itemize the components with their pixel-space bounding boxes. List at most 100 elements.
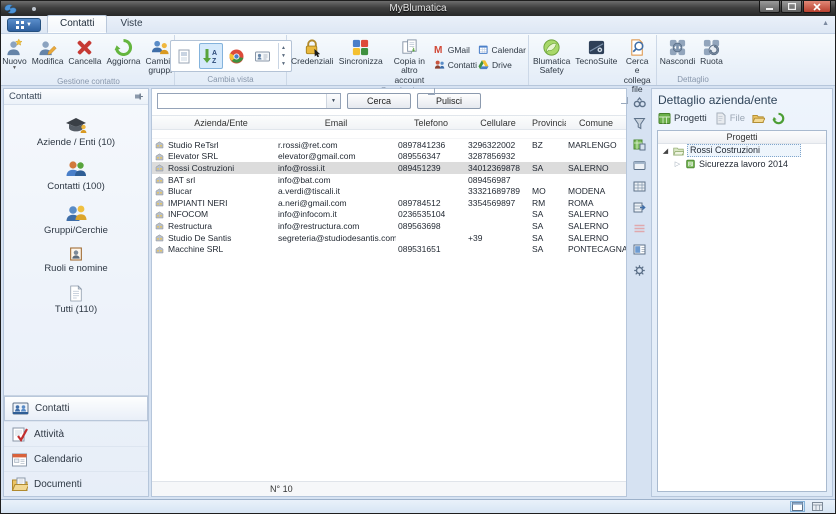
title-bar[interactable]: MyBlumatica xyxy=(1,1,835,16)
globe-view-button[interactable] xyxy=(225,43,249,69)
gmail-button[interactable]: MGMail xyxy=(434,44,477,55)
expand-expander-icon[interactable]: ▷ xyxy=(673,160,682,168)
gallery-down-icon[interactable]: ▼ xyxy=(281,53,286,59)
table-row[interactable]: Restructurainfo@restructura.com089563698… xyxy=(152,220,626,232)
row-lines-icon[interactable] xyxy=(632,222,646,235)
sincronizza-button[interactable]: Sincronizza xyxy=(337,36,385,67)
gallery-dropdown-icon[interactable]: ▼ xyxy=(281,61,286,67)
tab-contatti[interactable]: Contatti xyxy=(47,15,107,33)
column-email[interactable]: Email xyxy=(276,118,396,128)
pulisci-button[interactable]: Pulisci xyxy=(417,93,481,109)
search-input[interactable] xyxy=(158,94,326,108)
table-row[interactable]: Elevator SRLelevator@gmail.com0895563473… xyxy=(152,151,626,163)
quick-access-toolbar[interactable] xyxy=(32,7,36,11)
credenziali-button[interactable]: Credenziali xyxy=(289,36,336,67)
nav-item-contatti[interactable]: Contatti xyxy=(4,396,148,421)
gallery-up-icon[interactable]: ▲ xyxy=(281,45,286,51)
tecnosuite-button[interactable]: TecnoSuite xyxy=(573,36,619,67)
card-view-button[interactable] xyxy=(173,43,197,69)
nascondi-button[interactable]: Nascondi xyxy=(660,36,696,67)
file-button[interactable]: File xyxy=(714,112,745,125)
column-cellulare[interactable]: Cellulare xyxy=(466,118,530,128)
nav-item-documenti[interactable]: Documenti xyxy=(4,471,148,496)
contact-card-view-button[interactable] xyxy=(251,43,275,69)
sidebar-item-tutti[interactable]: Tutti (110) xyxy=(55,284,97,315)
table-header[interactable]: Azienda/Ente Email Telefono Cellulare Pr… xyxy=(152,115,626,130)
nuovo-button[interactable]: Nuovo ▼ xyxy=(0,36,29,72)
sidebar-item-gruppi-cerchie[interactable]: Gruppi/Cerchie xyxy=(44,202,108,236)
nav-item-calendario[interactable]: Calendario xyxy=(4,446,148,471)
combo-dropdown-icon[interactable]: ▼ xyxy=(326,94,340,108)
table-row[interactable]: IMPIANTI NERIa.neri@gmail.com08978451233… xyxy=(152,197,626,209)
sidebar-item-aziende-enti[interactable]: Aziende / Enti (10) xyxy=(37,114,115,148)
table-view-icon[interactable] xyxy=(632,180,646,193)
hide-panel-icon xyxy=(668,37,687,57)
card-view-icon[interactable] xyxy=(632,159,646,172)
table-row[interactable]: Studio ReTsrlr.rossi@ret.com089784123632… xyxy=(152,139,626,151)
card-view-icon[interactable] xyxy=(810,501,825,512)
app-menu-button[interactable]: ▼ xyxy=(7,18,41,32)
column-telefono[interactable]: Telefono xyxy=(396,118,466,128)
cell-comune: SALERNO xyxy=(566,209,626,219)
calendar-icon xyxy=(11,452,28,467)
table-row[interactable]: Blucara.verdi@tiscali.it33321689789MOMOD… xyxy=(152,185,626,197)
layout-grid-icon[interactable] xyxy=(632,138,646,151)
cell-provincia: SA xyxy=(530,163,566,173)
tree-node-child[interactable]: ▷ Sicurezza lavoro 2014 xyxy=(658,157,826,170)
table-row[interactable]: Rossi Costruzioniinfo@rossi.it0894512393… xyxy=(152,162,626,174)
blumatica-safety-button[interactable]: Blumatica Safety xyxy=(531,36,572,77)
maximize-button[interactable] xyxy=(781,1,802,13)
cell-telefono: 089784512 xyxy=(396,198,466,208)
cancella-button[interactable]: Cancella xyxy=(66,36,103,67)
cell-comune: MARLENGO xyxy=(566,140,626,150)
drive-button[interactable]: Drive xyxy=(478,59,526,70)
dialog-launcher-icon[interactable] xyxy=(621,97,628,104)
table-row[interactable]: Macchine SRL089531651SAPONTECAGNANO F... xyxy=(152,243,626,255)
find-icon[interactable] xyxy=(632,96,646,109)
tree-node-root[interactable]: ◢ Rossi Costruzioni xyxy=(658,144,826,157)
export-table-icon[interactable] xyxy=(632,201,646,214)
column-azienda-ente[interactable]: Azienda/Ente xyxy=(166,118,276,128)
calendar-button[interactable]: Calendar xyxy=(478,44,526,55)
ruota-button[interactable]: Ruota xyxy=(697,36,727,67)
app-window: MyBlumatica ▼ Contatti Viste ▲ Nuovo ▼ M… xyxy=(0,0,836,514)
pin-icon[interactable] xyxy=(134,92,143,101)
progetti-button[interactable]: Progetti xyxy=(658,112,707,125)
tab-viste[interactable]: Viste xyxy=(107,15,155,33)
settings-icon[interactable] xyxy=(632,264,646,277)
copia-altro-account-button[interactable]: Copia in altro account xyxy=(386,36,433,86)
cerca-button[interactable]: Cerca xyxy=(347,93,411,109)
tree-column-header[interactable]: Progetti xyxy=(658,131,826,144)
sidebar-header: Contatti xyxy=(4,89,148,105)
google-contacts-icon xyxy=(434,59,445,70)
company-icon xyxy=(152,245,166,254)
modifica-button[interactable]: Modifica xyxy=(30,36,66,67)
filter-icon[interactable] xyxy=(632,117,646,130)
search-combobox[interactable]: ▼ xyxy=(157,93,341,109)
refresh-projects-button[interactable] xyxy=(772,112,785,125)
ribbon-collapse-icon[interactable]: ▲ xyxy=(822,20,829,27)
close-button[interactable] xyxy=(803,1,831,13)
column-comune[interactable]: Comune xyxy=(566,118,626,128)
preview-card-icon[interactable] xyxy=(632,243,646,256)
grid-view-icon[interactable] xyxy=(790,501,805,512)
sort-az-view-button[interactable]: AZ xyxy=(199,43,223,69)
cell-comune: ROMA xyxy=(566,198,626,208)
cell-cellulare: 3296322002 xyxy=(466,140,530,150)
nav-item-attivita[interactable]: Attività xyxy=(4,421,148,446)
collapse-expander-icon[interactable]: ◢ xyxy=(661,147,670,155)
sidebar-item-contatti[interactable]: Contatti (100) xyxy=(47,158,105,192)
google-contacts-button[interactable]: Contatti xyxy=(434,59,477,70)
sidebar-item-ruoli-nomine[interactable]: Ruoli e nomine xyxy=(44,246,107,274)
dialog-launcher-icon[interactable] xyxy=(428,88,435,95)
contacts-nav-icon xyxy=(12,401,29,416)
open-folder-button[interactable] xyxy=(752,112,765,125)
table-row[interactable]: Studio De Santissegreteria@studiodesanti… xyxy=(152,232,626,244)
aggiorna-button[interactable]: Aggiorna xyxy=(105,36,143,67)
refresh-icon xyxy=(114,37,133,57)
new-contact-icon xyxy=(5,37,24,57)
table-row[interactable]: BAT srlinfo@bat.com089456987 xyxy=(152,174,626,186)
column-provincia[interactable]: Provincia xyxy=(530,118,566,128)
table-row[interactable]: INFOCOMinfo@infocom.it0236535104SASALERN… xyxy=(152,209,626,221)
minimize-button[interactable] xyxy=(759,1,780,13)
